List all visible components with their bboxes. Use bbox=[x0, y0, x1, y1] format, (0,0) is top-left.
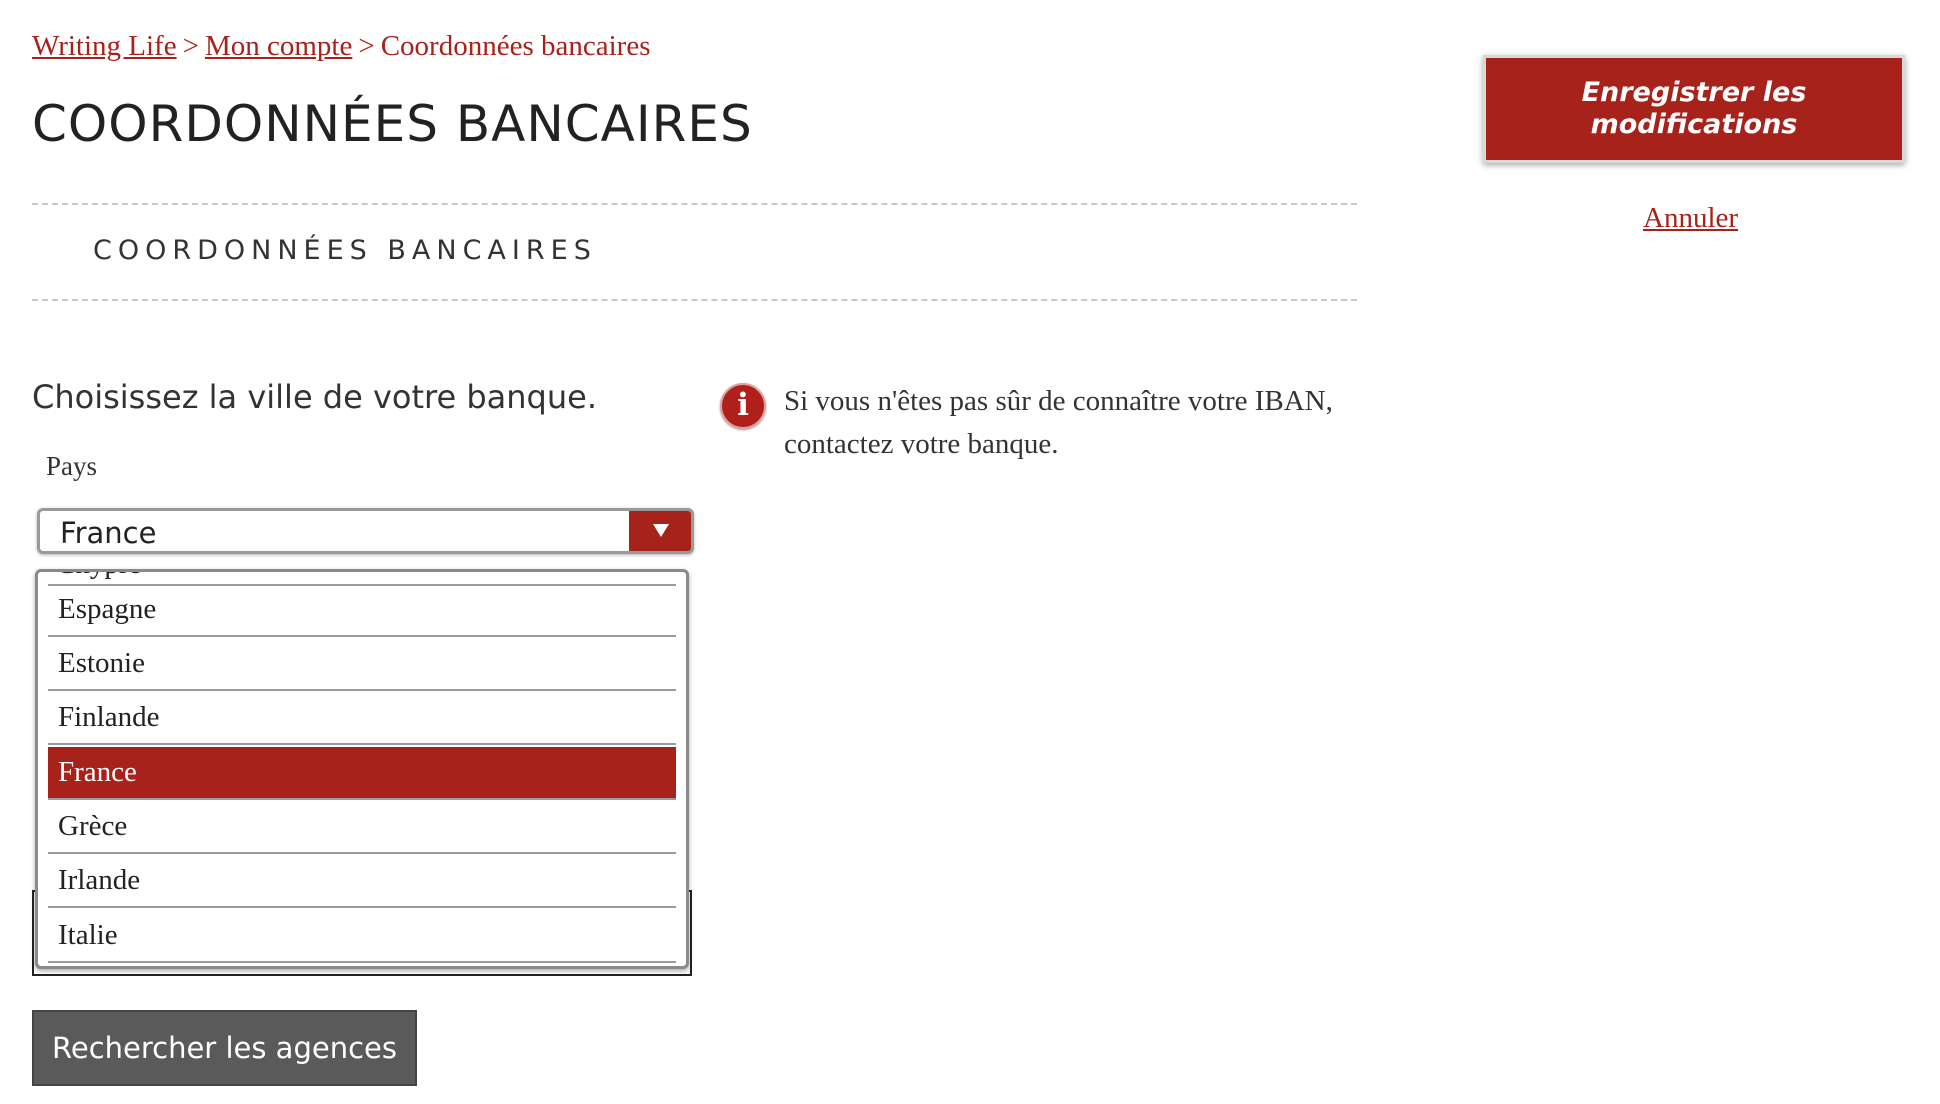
breadcrumb-link-mon-compte[interactable]: Mon compte bbox=[205, 30, 352, 62]
breadcrumb: Writing Life > Mon compte > Coordonnées banc… bbox=[32, 30, 650, 63]
save-button-label: Enregistrer les modifications bbox=[1581, 77, 1807, 140]
divider bbox=[32, 203, 1357, 205]
info-text: Si vous n'êtes pas sûr de connaître votr… bbox=[784, 385, 1333, 460]
country-select-value: France bbox=[60, 516, 157, 550]
country-option-italie[interactable]: Italie bbox=[48, 910, 676, 963]
chevron-down-icon[interactable] bbox=[629, 511, 691, 551]
country-option-france[interactable]: France bbox=[48, 747, 676, 800]
country-select[interactable]: France bbox=[37, 508, 694, 554]
divider bbox=[32, 299, 1357, 301]
breadcrumb-current: Coordonnées bancaires bbox=[380, 30, 651, 62]
country-option-grece[interactable]: Grèce bbox=[48, 801, 676, 854]
info-icon: i bbox=[720, 383, 766, 429]
form-intro: Choisissez la ville de votre banque. bbox=[32, 378, 597, 416]
country-option-espagne[interactable]: Espagne bbox=[48, 584, 676, 637]
cancel-link[interactable]: Annuler bbox=[1643, 202, 1738, 235]
country-label: Pays bbox=[46, 451, 98, 481]
country-option-estonie[interactable]: Estonie bbox=[48, 638, 676, 691]
country-dropdown-list[interactable]: Chypre Espagne Estonie Finlande France G… bbox=[35, 569, 689, 969]
page-title: COORDONNÉES BANCAIRES bbox=[32, 95, 753, 153]
breadcrumb-separator: > bbox=[358, 30, 375, 62]
breadcrumb-separator: > bbox=[182, 30, 199, 62]
save-button[interactable]: Enregistrer les modifications bbox=[1483, 55, 1905, 163]
country-option-finlande[interactable]: Finlande bbox=[48, 692, 676, 745]
breadcrumb-link-writing-life[interactable]: Writing Life bbox=[32, 30, 177, 62]
country-option-irlande[interactable]: Irlande bbox=[48, 855, 676, 908]
search-agencies-button[interactable]: Rechercher les agences bbox=[32, 1010, 417, 1086]
section-title: COORDONNÉES BANCAIRES bbox=[93, 235, 597, 266]
